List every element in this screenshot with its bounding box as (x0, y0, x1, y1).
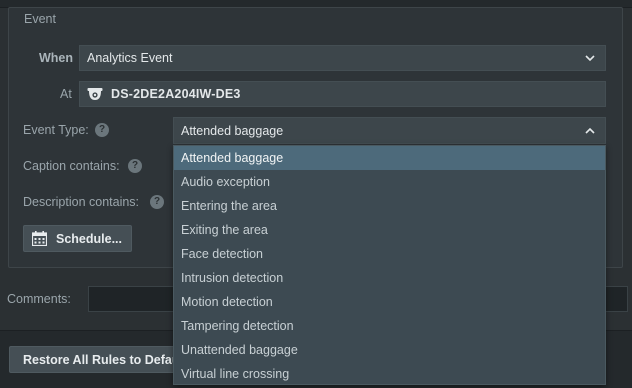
when-value: Analytics Event (87, 51, 173, 65)
restore-defaults-button[interactable]: Restore All Rules to Defaults (9, 346, 199, 373)
dropdown-option[interactable]: Intrusion detection (174, 266, 605, 290)
at-device-name: DS-2DE2A204IW-DE3 (111, 87, 241, 101)
event-type-value: Attended baggage (181, 123, 284, 138)
restore-defaults-label: Restore All Rules to Defaults (23, 352, 195, 367)
chevron-down-icon (585, 55, 595, 62)
event-type-select[interactable]: Attended baggage (173, 117, 606, 144)
when-select[interactable]: Analytics Event (79, 45, 606, 71)
comments-label: Comments: (7, 292, 71, 306)
dropdown-option[interactable]: Tampering detection (174, 314, 605, 338)
chevron-up-icon (585, 127, 595, 134)
dropdown-option[interactable]: Face detection (174, 242, 605, 266)
description-help-icon[interactable]: ? (150, 195, 164, 209)
event-type-label: Event Type: (23, 123, 89, 137)
dropdown-option[interactable]: Attended baggage (174, 146, 605, 170)
description-contains-label: Description contains: (23, 195, 140, 209)
calendar-icon (32, 231, 47, 246)
dropdown-option[interactable]: Exiting the area (174, 218, 605, 242)
caption-help-icon[interactable]: ? (128, 159, 142, 173)
event-group-legend: Event (22, 12, 58, 26)
dropdown-option[interactable]: Motion detection (174, 290, 605, 314)
schedule-button[interactable]: Schedule... (23, 225, 132, 252)
dome-camera-icon (87, 88, 103, 100)
dropdown-option[interactable]: Entering the area (174, 194, 605, 218)
event-type-help-icon[interactable]: ? (95, 123, 109, 137)
event-type-dropdown-list: Attended baggage Audio exception Entering … (173, 145, 606, 385)
at-label: At (60, 87, 72, 101)
schedule-button-label: Schedule... (56, 231, 122, 246)
at-device-field[interactable]: DS-2DE2A204IW-DE3 (79, 81, 606, 107)
when-label: When (39, 51, 74, 65)
caption-contains-label: Caption contains: (23, 159, 120, 173)
dropdown-option[interactable]: Audio exception (174, 170, 605, 194)
dropdown-option[interactable]: Unattended baggage (174, 338, 605, 362)
dropdown-option[interactable]: Virtual line crossing (174, 362, 605, 386)
